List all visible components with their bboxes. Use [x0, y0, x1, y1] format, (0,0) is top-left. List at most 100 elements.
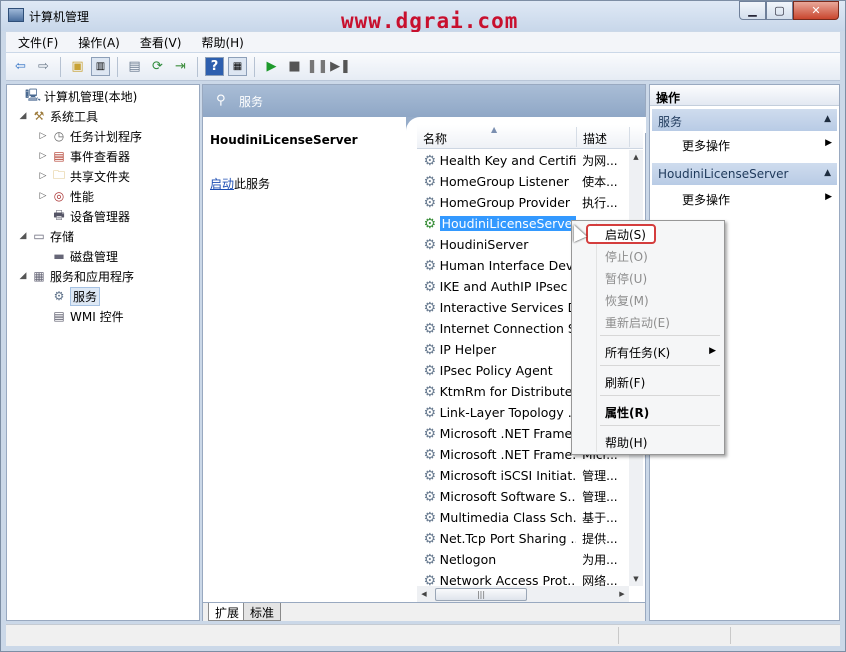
tree-item-event-viewer[interactable]: ▷ ▤ 事件查看器	[37, 146, 130, 166]
tree-item-storage[interactable]: ◢ ▭ 存储	[17, 226, 74, 246]
export-list-button[interactable]: ⇥	[171, 57, 190, 76]
horizontal-scroll-thumb[interactable]: |||	[435, 588, 527, 601]
expand-icon[interactable]: ▷	[37, 131, 49, 141]
scroll-down-arrow-icon[interactable]: ▼	[629, 572, 643, 586]
status-divider	[730, 627, 731, 644]
expand-icon[interactable]: ▷	[37, 151, 49, 161]
close-button[interactable]: ✕	[793, 1, 839, 20]
tree-item-services[interactable]: ⚙ 服务	[37, 286, 101, 306]
context-menu-refresh[interactable]: 刷新(F)	[605, 374, 645, 391]
service-name: KtmRm for Distribute...	[439, 384, 577, 399]
table-row[interactable]: ⚙ Microsoft iSCSI Initiat... 管理...	[417, 465, 629, 486]
table-row[interactable]: ⚙ Multimedia Class Sch... 基于...	[417, 507, 629, 528]
tree-item-shared-folders[interactable]: ▷ 🗀 共享文件夹	[37, 166, 130, 186]
more-actions-services[interactable]: 更多操作 ▶	[682, 137, 832, 154]
tree-item-system-tools[interactable]: ◢ ⚒ 系统工具	[17, 106, 98, 126]
column-header-description[interactable]: 描述	[583, 130, 607, 147]
show-hide-tree-button[interactable]: ▥	[91, 57, 110, 76]
properties-button[interactable]: ▤	[125, 57, 144, 76]
expand-icon[interactable]: ▷	[37, 191, 49, 201]
menu-action[interactable]: 操作(A)	[66, 34, 128, 51]
tree-item-label: 存储	[50, 229, 75, 244]
tree-item-label: 任务计划程序	[70, 129, 143, 144]
collapse-up-icon[interactable]: ▲	[824, 168, 831, 178]
tree-item-computer-management[interactable]: 🖳 计算机管理(本地)	[11, 86, 137, 106]
refresh-button[interactable]: ⟳	[148, 57, 167, 76]
table-row[interactable]: ⚙ Net.Tcp Port Sharing ... 提供...	[417, 528, 629, 549]
menu-help[interactable]: 帮助(H)	[189, 34, 251, 51]
tree-item-device-manager[interactable]: 🖶 设备管理器	[37, 206, 130, 226]
gear-icon: ⚙	[423, 215, 437, 232]
start-service-link[interactable]: 启动	[210, 177, 234, 191]
help-button[interactable]: ?	[205, 57, 224, 76]
tab-extended[interactable]: 扩展	[208, 603, 247, 621]
more-actions-selected-service[interactable]: 更多操作 ▶	[682, 191, 832, 208]
tab-standard[interactable]: 标准	[243, 603, 282, 621]
collapse-icon[interactable]: ◢	[17, 111, 29, 121]
back-button[interactable]: ⇦	[11, 57, 30, 76]
context-menu-help[interactable]: 帮助(H)	[605, 434, 647, 451]
tree-item-label: 性能	[70, 189, 95, 204]
actions-section-services[interactable]: 服务 ▲	[652, 109, 837, 131]
service-name: HomeGroup Provider	[439, 195, 571, 210]
menu-file[interactable]: 文件(F)	[6, 34, 66, 51]
context-menu-start[interactable]: 启动(S)	[605, 226, 646, 243]
start-service-button[interactable]: ▶	[262, 57, 281, 76]
column-header-name[interactable]: 名称	[423, 130, 447, 147]
scroll-right-arrow-icon[interactable]: ▶	[615, 586, 629, 603]
tree-item-wmi-control[interactable]: ▤ WMI 控件	[37, 306, 123, 326]
context-menu-resume[interactable]: 恢复(M)	[605, 292, 649, 309]
context-menu-pause[interactable]: 暂停(U)	[605, 270, 647, 287]
tree-item-task-scheduler[interactable]: ▷ ◷ 任务计划程序	[37, 126, 142, 146]
table-row[interactable]: ⚙ HomeGroup Listener 使本...	[417, 171, 629, 192]
service-name: Link-Layer Topology ...	[439, 405, 577, 420]
scroll-up-arrow-icon[interactable]: ▲	[629, 150, 643, 164]
table-row[interactable]: ⚙ Netlogon 为用...	[417, 549, 629, 570]
show-hide-action-pane-button[interactable]: ▦	[228, 57, 247, 76]
view-tabs: 扩展 标准	[203, 602, 645, 621]
restart-service-button[interactable]: ▶❚	[330, 57, 351, 76]
gear-icon: ⚙	[423, 509, 437, 526]
menu-view[interactable]: 查看(V)	[128, 34, 190, 51]
services-header: ⚲ 服务	[203, 85, 645, 117]
forward-button[interactable]: ⇨	[34, 57, 53, 76]
table-row[interactable]: ⚙ HomeGroup Provider 执行...	[417, 192, 629, 213]
table-row[interactable]: ⚙ Network Access Prot... 网络...	[417, 570, 629, 587]
gear-icon: ⚙	[423, 194, 437, 211]
actions-section-selected-service[interactable]: HoudiniLicenseServer ▲	[652, 163, 837, 185]
scroll-left-arrow-icon[interactable]: ◀	[417, 586, 431, 603]
context-menu-separator	[600, 365, 720, 366]
tree-item-disk-management[interactable]: ▬ 磁盘管理	[37, 246, 118, 266]
stop-service-button[interactable]: ■	[285, 57, 304, 76]
expand-icon[interactable]: ▷	[37, 171, 49, 181]
tree-item-performance[interactable]: ▷ ◎ 性能	[37, 186, 94, 206]
tree-item-services-and-applications[interactable]: ◢ ▦ 服务和应用程序	[17, 266, 134, 286]
maximize-button[interactable]: ▢	[766, 1, 793, 20]
gear-icon: ⚙	[423, 425, 437, 442]
menu-bar: 文件(F) 操作(A) 查看(V) 帮助(H)	[6, 32, 840, 52]
gear-icon: ⚙	[423, 383, 437, 400]
column-divider[interactable]	[629, 127, 630, 147]
table-row[interactable]: ⚙ Microsoft Software S... 管理...	[417, 486, 629, 507]
horizontal-scrollbar[interactable]: ◀ ||| ▶	[417, 586, 629, 603]
title-bar[interactable]: 计算机管理 www.dgrai.com ▁ ▢ ✕	[1, 1, 845, 33]
column-divider[interactable]	[576, 127, 577, 147]
context-menu-properties[interactable]: 属性(R)	[605, 404, 649, 421]
context-menu-restart[interactable]: 重新启动(E)	[605, 314, 670, 331]
collapse-icon[interactable]: ◢	[17, 271, 29, 281]
context-menu-stop[interactable]: 停止(O)	[605, 248, 648, 265]
context-menu-all-tasks[interactable]: 所有任务(K)	[605, 344, 670, 361]
tree-item-label: 系统工具	[50, 109, 99, 124]
start-service-suffix: 此服务	[234, 177, 271, 191]
minimize-button[interactable]: ▁	[739, 1, 766, 20]
toolbar: ⇦ ⇨ ▣ ▥ ▤ ⟳ ⇥ ? ▦ ▶ ■ ❚❚ ▶❚	[6, 53, 840, 81]
pause-service-button[interactable]: ❚❚	[307, 57, 329, 76]
collapse-up-icon[interactable]: ▲	[824, 114, 831, 124]
selected-service-name: HoudiniLicenseServer	[210, 133, 358, 147]
service-description: 为用...	[582, 553, 618, 567]
device-manager-icon: 🖶	[53, 207, 65, 222]
table-row[interactable]: ⚙ Health Key and Certifi... 为网...	[417, 150, 629, 171]
up-level-button[interactable]: ▣	[68, 57, 87, 76]
stop-icon: ■	[288, 59, 301, 74]
collapse-icon[interactable]: ◢	[17, 231, 29, 241]
